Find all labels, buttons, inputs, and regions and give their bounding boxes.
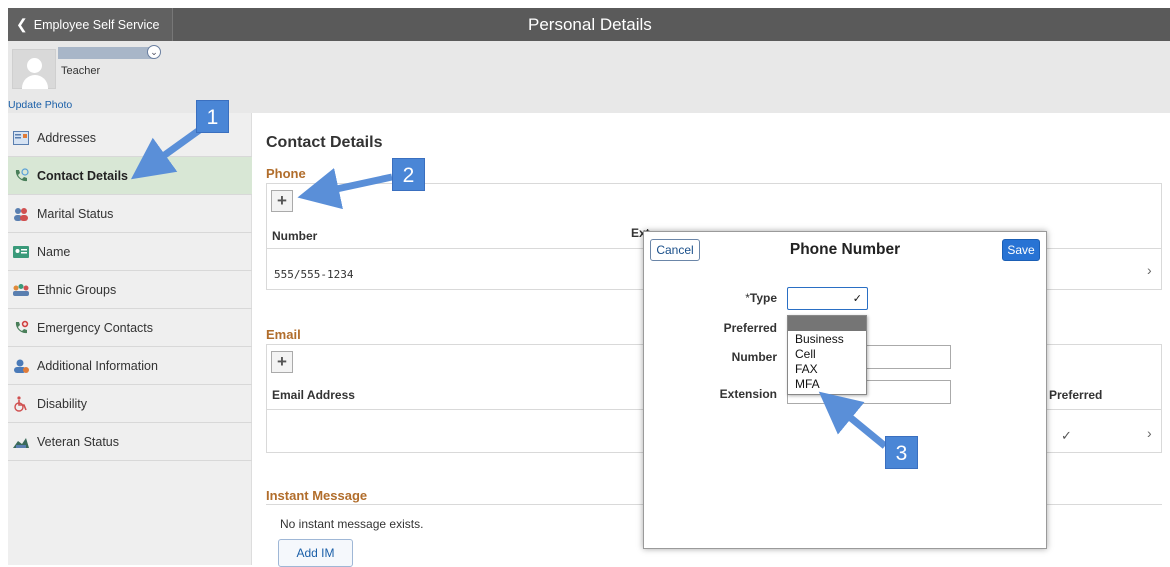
address-card-icon [12, 130, 30, 146]
type-select[interactable]: ✓ [787, 287, 868, 310]
couple-icon [12, 206, 30, 222]
sidebar-item-additional-information[interactable]: Additional Information [8, 347, 252, 385]
name-card-icon [12, 244, 30, 260]
email-col-preferred: Preferred [1049, 388, 1103, 402]
role-label: Teacher [61, 65, 101, 77]
sidebar-item-marital-status[interactable]: Marital Status [8, 195, 252, 233]
sidebar-item-label: Addresses [37, 130, 97, 145]
phone-number-cell[interactable]: 555/555-1234 [274, 268, 353, 281]
wheelchair-icon [12, 395, 30, 412]
sidebar-item-disability[interactable]: Disability [8, 385, 252, 423]
sidebar-item-label: Additional Information [37, 358, 158, 373]
redacted-name [58, 47, 153, 59]
sidebar-item-ethnic-groups[interactable]: Ethnic Groups [8, 271, 252, 309]
type-option-blank[interactable] [788, 316, 866, 331]
chevron-right-icon[interactable]: › [1147, 425, 1152, 441]
preferred-checkmark: ✓ [1061, 428, 1072, 443]
type-option-fax[interactable]: FAX [788, 363, 866, 376]
dialog-title: Phone Number [789, 241, 901, 258]
sidebar-item-contact-details[interactable]: Contact Details [8, 157, 252, 195]
top-bar: ❮ Employee Self Service Personal Details [8, 8, 1170, 41]
add-im-button[interactable]: Add IM [278, 539, 353, 567]
page-title: Personal Details [528, 15, 652, 34]
no-im-text: No instant message exists. [280, 517, 424, 531]
type-option-mfa[interactable]: MFA [788, 378, 866, 391]
phone-section-heading: Phone [266, 166, 306, 181]
callout-2: 2 [392, 158, 425, 191]
type-label: *Type [745, 291, 777, 305]
sidebar-item-label: Contact Details [37, 168, 128, 183]
im-section-heading: Instant Message [266, 488, 368, 503]
sidebar-item-label: Emergency Contacts [37, 320, 154, 335]
extension-label: Extension [719, 387, 777, 401]
emergency-phone-icon [12, 320, 30, 336]
save-button[interactable]: Save [1002, 239, 1040, 261]
preferred-label: Preferred [723, 321, 777, 335]
page-heading: Contact Details [266, 134, 383, 151]
sidebar-item-label: Disability [37, 396, 88, 411]
veteran-icon [12, 434, 30, 450]
group-icon [12, 282, 30, 298]
sidebar-item-label: Name [37, 244, 71, 259]
sidebar: Addresses Contact Details Marital Status… [8, 113, 252, 565]
sidebar-item-label: Ethnic Groups [37, 282, 117, 297]
sidebar-item-name[interactable]: Name [8, 233, 252, 271]
profile-header: ⌄ Teacher Update Photo [8, 41, 1170, 113]
add-email-button[interactable]: + [271, 351, 293, 373]
update-photo-link[interactable]: Update Photo [8, 99, 72, 111]
number-label: Number [731, 350, 777, 364]
sidebar-item-label: Marital Status [37, 206, 114, 221]
type-dropdown-list: Business Cell FAX MFA [787, 315, 867, 395]
page: ❮ Employee Self Service Personal Details… [0, 0, 1170, 567]
chevron-down-icon[interactable]: ⌄ [147, 45, 161, 59]
chevron-down-icon: ✓ [852, 293, 862, 305]
phone-number-dialog: Cancel Phone Number Save *Type ✓ Preferr… [643, 231, 1047, 549]
sidebar-item-veteran-status[interactable]: Veteran Status [8, 423, 252, 461]
chevron-right-icon[interactable]: › [1147, 262, 1152, 278]
type-option-cell[interactable]: Cell [788, 348, 866, 361]
sidebar-item-emergency-contacts[interactable]: Emergency Contacts [8, 309, 252, 347]
add-phone-button[interactable]: + [271, 190, 293, 212]
avatar[interactable] [12, 49, 56, 89]
type-option-business[interactable]: Business [788, 333, 866, 346]
email-col-address: Email Address [272, 388, 355, 402]
callout-1: 1 [196, 100, 229, 133]
person-info-icon [12, 358, 30, 374]
callout-3: 3 [885, 436, 918, 469]
email-section-heading: Email [266, 327, 301, 342]
phone-contact-icon [12, 167, 30, 184]
sidebar-item-label: Veteran Status [37, 434, 120, 449]
phone-col-number: Number [272, 229, 318, 243]
